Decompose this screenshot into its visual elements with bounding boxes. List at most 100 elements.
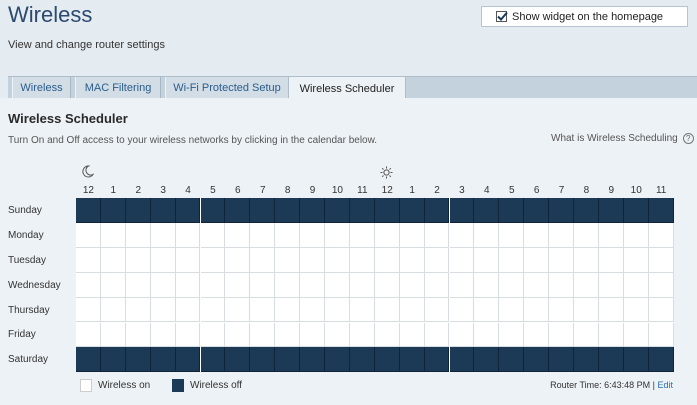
schedule-cell[interactable] bbox=[549, 247, 574, 273]
schedule-cell[interactable] bbox=[549, 272, 574, 298]
schedule-cell[interactable] bbox=[325, 297, 350, 323]
schedule-cell[interactable] bbox=[275, 198, 301, 223]
schedule-cell[interactable] bbox=[275, 347, 301, 373]
schedule-cell[interactable] bbox=[424, 297, 450, 323]
help-link[interactable]: What is Wireless Scheduling ? bbox=[551, 133, 694, 144]
schedule-cell[interactable] bbox=[399, 272, 425, 298]
schedule-cell[interactable] bbox=[574, 347, 599, 373]
schedule-cell[interactable] bbox=[349, 297, 375, 323]
schedule-cell[interactable] bbox=[76, 297, 101, 323]
schedule-cell[interactable] bbox=[125, 247, 151, 273]
schedule-cell[interactable] bbox=[598, 322, 624, 348]
schedule-cell[interactable] bbox=[325, 222, 350, 248]
schedule-cell[interactable] bbox=[549, 322, 574, 348]
schedule-cell[interactable] bbox=[349, 222, 375, 248]
schedule-cell[interactable] bbox=[374, 272, 400, 298]
tab-wireless-scheduler[interactable]: Wireless Scheduler bbox=[288, 76, 406, 100]
schedule-cell[interactable] bbox=[374, 247, 400, 273]
schedule-cell[interactable] bbox=[325, 322, 350, 348]
schedule-cell[interactable] bbox=[449, 272, 475, 298]
schedule-cell[interactable] bbox=[598, 247, 624, 273]
schedule-cell[interactable] bbox=[623, 198, 649, 223]
schedule-cell[interactable] bbox=[524, 272, 550, 298]
schedule-cell[interactable] bbox=[200, 247, 226, 273]
schedule-cell[interactable] bbox=[574, 198, 599, 223]
schedule-cell[interactable] bbox=[200, 322, 226, 348]
schedule-cell[interactable] bbox=[225, 322, 251, 348]
schedule-cell[interactable] bbox=[225, 297, 251, 323]
schedule-cell[interactable] bbox=[574, 297, 599, 323]
schedule-cell[interactable] bbox=[200, 347, 226, 373]
schedule-cell[interactable] bbox=[300, 347, 325, 373]
schedule-cell[interactable] bbox=[275, 222, 301, 248]
schedule-cell[interactable] bbox=[150, 272, 176, 298]
schedule-cell[interactable] bbox=[250, 198, 276, 223]
schedule-cell[interactable] bbox=[175, 247, 201, 273]
schedule-cell[interactable] bbox=[300, 222, 325, 248]
schedule-cell[interactable] bbox=[100, 347, 126, 373]
schedule-cell[interactable] bbox=[275, 322, 301, 348]
schedule-cell[interactable] bbox=[125, 297, 151, 323]
schedule-cell[interactable] bbox=[100, 247, 126, 273]
schedule-cell[interactable] bbox=[399, 322, 425, 348]
schedule-cell[interactable] bbox=[424, 198, 450, 223]
schedule-cell[interactable] bbox=[623, 322, 649, 348]
schedule-cell[interactable] bbox=[424, 272, 450, 298]
schedule-cell[interactable] bbox=[374, 322, 400, 348]
schedule-cell[interactable] bbox=[574, 222, 599, 248]
schedule-cell[interactable] bbox=[349, 247, 375, 273]
schedule-cell[interactable] bbox=[598, 272, 624, 298]
schedule-cell[interactable] bbox=[499, 222, 525, 248]
schedule-cell[interactable] bbox=[449, 322, 475, 348]
schedule-cell[interactable] bbox=[200, 272, 226, 298]
schedule-cell[interactable] bbox=[150, 222, 176, 248]
schedule-cell[interactable] bbox=[374, 297, 400, 323]
show-widget-checkbox[interactable]: Show widget on the homepage bbox=[481, 6, 688, 27]
schedule-cell[interactable] bbox=[150, 198, 176, 223]
schedule-cell[interactable] bbox=[449, 222, 475, 248]
schedule-cell[interactable] bbox=[175, 297, 201, 323]
schedule-cell[interactable] bbox=[325, 272, 350, 298]
schedule-cell[interactable] bbox=[524, 222, 550, 248]
schedule-cell[interactable] bbox=[125, 272, 151, 298]
schedule-cell[interactable] bbox=[200, 222, 226, 248]
schedule-cell[interactable] bbox=[175, 222, 201, 248]
tab-wireless[interactable]: Wireless bbox=[12, 77, 71, 99]
schedule-cell[interactable] bbox=[300, 247, 325, 273]
schedule-cell[interactable] bbox=[76, 272, 101, 298]
schedule-cell[interactable] bbox=[374, 222, 400, 248]
schedule-cell[interactable] bbox=[175, 198, 201, 223]
schedule-cell[interactable] bbox=[399, 198, 425, 223]
schedule-cell[interactable] bbox=[499, 247, 525, 273]
schedule-cell[interactable] bbox=[424, 322, 450, 348]
schedule-cell[interactable] bbox=[100, 272, 126, 298]
schedule-cell[interactable] bbox=[374, 198, 400, 223]
schedule-cell[interactable] bbox=[598, 297, 624, 323]
schedule-cell[interactable] bbox=[175, 272, 201, 298]
schedule-cell[interactable] bbox=[449, 297, 475, 323]
schedule-cell[interactable] bbox=[150, 297, 176, 323]
schedule-cell[interactable] bbox=[499, 347, 525, 373]
schedule-cell[interactable] bbox=[399, 347, 425, 373]
schedule-cell[interactable] bbox=[349, 347, 375, 373]
schedule-cell[interactable] bbox=[225, 347, 251, 373]
schedule-cell[interactable] bbox=[225, 272, 251, 298]
schedule-cell[interactable] bbox=[100, 222, 126, 248]
schedule-cell[interactable] bbox=[623, 347, 649, 373]
schedule-cell[interactable] bbox=[76, 322, 101, 348]
schedule-cell[interactable] bbox=[250, 322, 276, 348]
schedule-cell[interactable] bbox=[275, 297, 301, 323]
schedule-cell[interactable] bbox=[250, 272, 276, 298]
schedule-cell[interactable] bbox=[250, 297, 276, 323]
schedule-cell[interactable] bbox=[175, 347, 201, 373]
schedule-cell[interactable] bbox=[499, 322, 525, 348]
schedule-cell[interactable] bbox=[549, 198, 574, 223]
schedule-cell[interactable] bbox=[225, 247, 251, 273]
schedule-cell[interactable] bbox=[100, 198, 126, 223]
schedule-cell[interactable] bbox=[275, 272, 301, 298]
schedule-cell[interactable] bbox=[499, 198, 525, 223]
schedule-cell[interactable] bbox=[549, 222, 574, 248]
edit-link[interactable]: Edit bbox=[657, 380, 673, 390]
schedule-cell[interactable] bbox=[648, 272, 674, 298]
schedule-cell[interactable] bbox=[474, 272, 500, 298]
